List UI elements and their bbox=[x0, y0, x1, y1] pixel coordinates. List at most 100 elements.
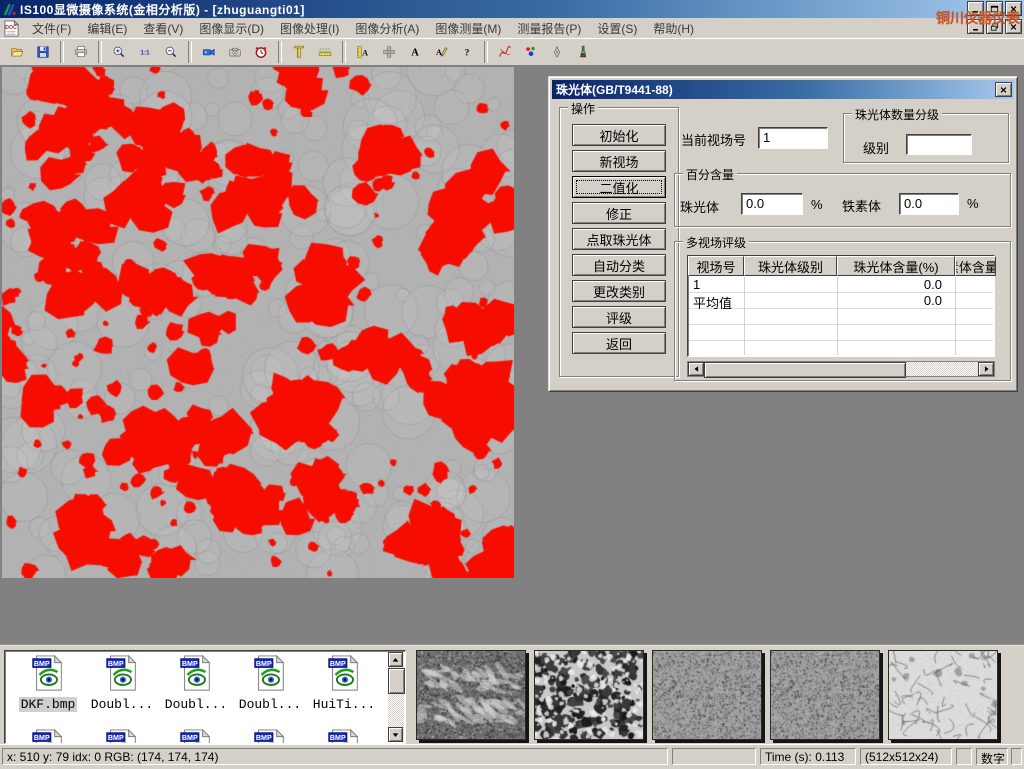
op-button-点取珠光体[interactable]: 点取珠光体 bbox=[572, 228, 666, 250]
operation-group: 操作 初始化新视场二值化修正点取珠光体自动分类更改类别评级返回 bbox=[559, 107, 679, 377]
op-button-二值化[interactable]: 二值化 bbox=[572, 176, 666, 198]
scrollbar-thumb[interactable] bbox=[704, 362, 906, 378]
table-gridline bbox=[955, 277, 956, 355]
file-list-scrollbar[interactable] bbox=[388, 652, 404, 742]
thumb-high-contrast[interactable] bbox=[534, 650, 644, 740]
file-item-clipped[interactable]: BMP bbox=[11, 729, 85, 744]
toolbar: 1:1AAA? bbox=[0, 38, 1024, 66]
file-item-clipped[interactable]: BMP bbox=[85, 729, 159, 744]
print-icon[interactable] bbox=[68, 40, 94, 64]
scrollbar-thumb[interactable] bbox=[388, 668, 405, 694]
help-icon[interactable]: ? bbox=[454, 40, 480, 64]
current-field-input[interactable]: 1 bbox=[758, 127, 828, 149]
scroll-down-button[interactable] bbox=[388, 727, 403, 742]
file-item[interactable]: BMPDoubl... bbox=[85, 655, 159, 712]
table-row[interactable]: 10.0 bbox=[689, 277, 993, 293]
file-item[interactable]: BMPHuiTi... bbox=[307, 655, 381, 712]
bmp-file-icon: BMP bbox=[85, 655, 159, 696]
dialog-body: 操作 初始化新视场二值化修正点取珠光体自动分类更改类别评级返回 当前视场号 1 … bbox=[549, 99, 1017, 391]
thumb-dark-etched[interactable] bbox=[416, 650, 526, 740]
table-cell bbox=[745, 277, 838, 293]
file-item-clipped[interactable]: BMP bbox=[159, 729, 233, 744]
thumb-fine-speckle[interactable] bbox=[652, 650, 762, 740]
menu-item[interactable]: 图像显示(D) bbox=[191, 18, 272, 39]
text-edit-icon[interactable]: A bbox=[428, 40, 454, 64]
table-column-header[interactable]: 视场号 bbox=[688, 256, 744, 276]
micrograph-image[interactable] bbox=[2, 67, 514, 578]
thumbnail-strip bbox=[416, 650, 1006, 740]
ferrite-percent-input[interactable]: 0.0 bbox=[899, 193, 959, 215]
table-row[interactable]: 平均值0.0 bbox=[689, 293, 993, 309]
dialog-title-bar[interactable]: 珠光体(GB/T9441-88) bbox=[552, 80, 1014, 99]
file-name: Doubl... bbox=[163, 697, 229, 712]
table-gridline bbox=[837, 277, 838, 355]
scroll-right-button[interactable] bbox=[978, 362, 994, 376]
ferrite-label: 铁素体 bbox=[842, 196, 881, 215]
pearlite-percent-sign: % bbox=[811, 197, 823, 212]
caliper-icon[interactable] bbox=[286, 40, 312, 64]
camera-icon[interactable] bbox=[222, 40, 248, 64]
zoom-out-icon[interactable] bbox=[158, 40, 184, 64]
menu-item[interactable]: 图像处理(I) bbox=[272, 18, 347, 39]
level-input[interactable] bbox=[906, 134, 972, 155]
op-button-更改类别[interactable]: 更改类别 bbox=[572, 280, 666, 302]
pen-icon[interactable] bbox=[544, 40, 570, 64]
menu-item[interactable]: 帮助(H) bbox=[645, 18, 702, 39]
pearlite-percent-input[interactable]: 0.0 bbox=[741, 193, 803, 215]
op-button-修正[interactable]: 修正 bbox=[572, 202, 666, 224]
op-button-返回[interactable]: 返回 bbox=[572, 332, 666, 354]
file-name: HuiTi... bbox=[311, 697, 377, 712]
table-column-header[interactable]: 铁素体含量(%) bbox=[955, 256, 996, 276]
file-item-clipped[interactable]: BMP bbox=[307, 729, 381, 744]
scroll-up-button[interactable] bbox=[388, 652, 403, 667]
count-points-icon[interactable] bbox=[518, 40, 544, 64]
status-empty-2 bbox=[956, 748, 972, 765]
table-column-header[interactable]: 珠光体含量(%) bbox=[837, 256, 955, 276]
text-icon[interactable]: A bbox=[402, 40, 428, 64]
menu-item[interactable]: 文件(F) bbox=[24, 18, 79, 39]
menu-item[interactable]: 设置(S) bbox=[589, 18, 645, 39]
multi-field-table[interactable]: 视场号珠光体级别珠光体含量(%)铁素体含量(%) 10.0平均值0.0 bbox=[687, 255, 995, 357]
menu-item[interactable]: 图像测量(M) bbox=[427, 18, 509, 39]
op-button-自动分类[interactable]: 自动分类 bbox=[572, 254, 666, 276]
brush-icon[interactable] bbox=[570, 40, 596, 64]
file-item-clipped[interactable]: BMP bbox=[233, 729, 307, 744]
file-item[interactable]: BMPDoubl... bbox=[159, 655, 233, 712]
save-icon[interactable] bbox=[30, 40, 56, 64]
status-bar: x: 510 y: 79 idx: 0 RGB: (174, 174, 174)… bbox=[0, 744, 1024, 769]
timer-icon[interactable] bbox=[248, 40, 274, 64]
file-item[interactable]: BMPDoubl... bbox=[233, 655, 307, 712]
ruler-icon[interactable] bbox=[312, 40, 338, 64]
pearlite-label: 珠光体 bbox=[680, 197, 719, 216]
multi-field-group-label: 多视场评级 bbox=[683, 234, 749, 251]
dialog-close-button[interactable] bbox=[995, 82, 1012, 97]
table-cell bbox=[956, 277, 993, 293]
video-camera-icon[interactable] bbox=[196, 40, 222, 64]
table-column-header[interactable]: 珠光体级别 bbox=[744, 256, 837, 276]
menu-item[interactable]: 编辑(E) bbox=[79, 18, 135, 39]
toolbar-separator bbox=[188, 41, 192, 63]
svg-text:?: ? bbox=[465, 48, 470, 59]
ferrite-percent-sign: % bbox=[967, 196, 979, 211]
table-horizontal-scrollbar[interactable] bbox=[687, 361, 995, 377]
grid-icon[interactable] bbox=[376, 40, 402, 64]
menu-item[interactable]: 查看(V) bbox=[135, 18, 191, 39]
thumb-light-lamellar[interactable] bbox=[888, 650, 998, 740]
zoom-in-icon[interactable] bbox=[106, 40, 132, 64]
scroll-left-button[interactable] bbox=[688, 362, 704, 376]
op-button-评级[interactable]: 评级 bbox=[572, 306, 666, 328]
actual-size-icon[interactable]: 1:1 bbox=[132, 40, 158, 64]
op-button-新视场[interactable]: 新视场 bbox=[572, 150, 666, 172]
svg-text:DOC: DOC bbox=[5, 24, 17, 30]
menu-item[interactable]: 测量报告(P) bbox=[509, 18, 589, 39]
percent-group-label: 百分含量 bbox=[683, 166, 737, 183]
menu-item[interactable]: 图像分析(A) bbox=[347, 18, 427, 39]
thumb-fine-speckle-2[interactable] bbox=[770, 650, 880, 740]
open-icon[interactable] bbox=[4, 40, 30, 64]
svg-text:A: A bbox=[436, 48, 442, 57]
measure-text-icon[interactable]: A bbox=[350, 40, 376, 64]
table-cell bbox=[745, 293, 838, 309]
op-button-初始化[interactable]: 初始化 bbox=[572, 124, 666, 146]
curve-icon[interactable] bbox=[492, 40, 518, 64]
file-item[interactable]: BMPDKF.bmp bbox=[11, 655, 85, 712]
